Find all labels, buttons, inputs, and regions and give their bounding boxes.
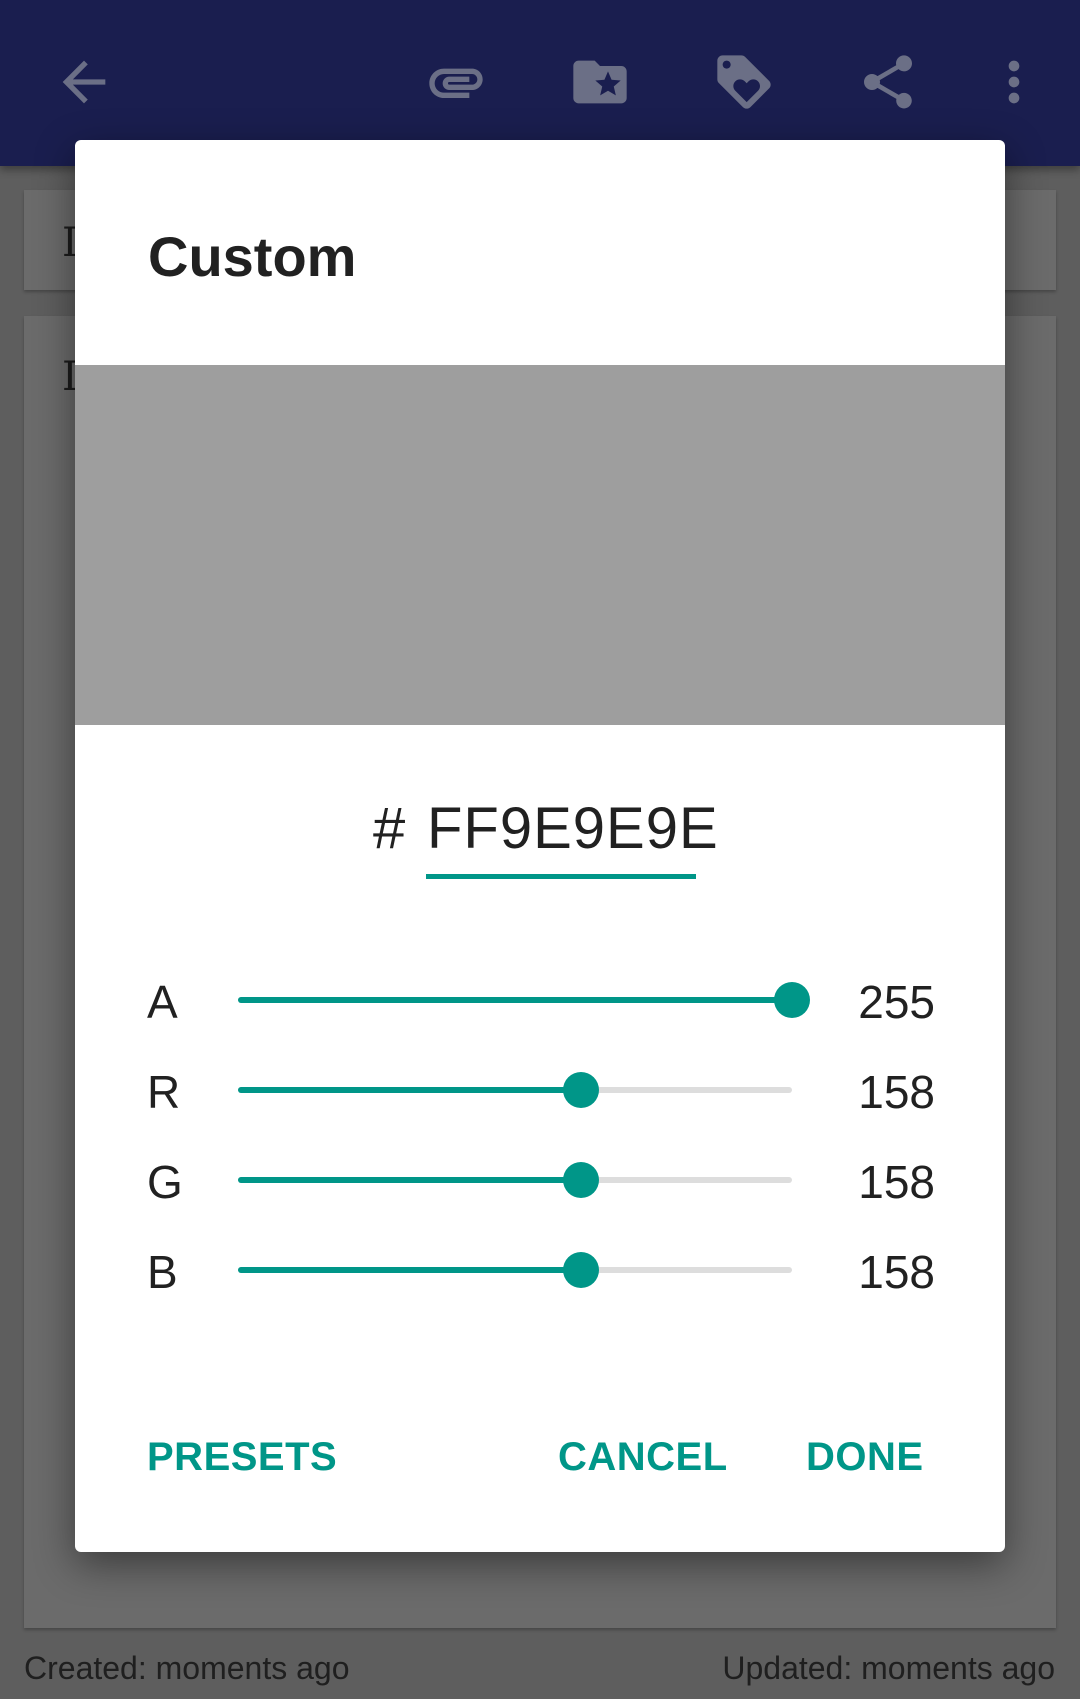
slider-fill-g (238, 1177, 582, 1183)
slider-fill-r (238, 1087, 582, 1093)
hex-value-input[interactable]: FF9E9E9E (427, 795, 718, 862)
slider-track-g[interactable] (238, 1162, 792, 1198)
channel-label-g: G (147, 1156, 183, 1208)
slider-fill-b (238, 1267, 582, 1273)
channel-value-b: 158 (858, 1246, 935, 1298)
channel-value-r: 158 (858, 1066, 935, 1118)
tag-heart-icon[interactable] (708, 46, 780, 118)
created-timestamp: Created: moments ago (24, 1650, 350, 1686)
done-button[interactable]: DONE (806, 1435, 924, 1480)
slider-fill-a (238, 997, 792, 1003)
slider-row-a: A 255 (75, 955, 1005, 1045)
more-vert-icon[interactable] (978, 46, 1050, 118)
slider-row-b: B 158 (75, 1225, 1005, 1315)
updated-timestamp: Updated: moments ago (722, 1650, 1055, 1686)
channel-label-r: R (147, 1066, 181, 1118)
attachment-icon[interactable] (420, 46, 492, 118)
slider-row-r: R 158 (75, 1045, 1005, 1135)
slider-thumb-b[interactable] (563, 1252, 600, 1288)
slider-row-g: G 158 (75, 1135, 1005, 1225)
share-icon[interactable] (852, 46, 924, 118)
channel-label-a: A (147, 976, 178, 1028)
slider-track-b[interactable] (238, 1252, 792, 1288)
slider-thumb-r[interactable] (563, 1072, 600, 1108)
slider-thumb-a[interactable] (774, 982, 810, 1018)
channel-label-b: B (147, 1246, 178, 1298)
cancel-button[interactable]: CANCEL (558, 1435, 728, 1480)
hex-hash-symbol: # (373, 796, 406, 861)
slider-thumb-g[interactable] (563, 1162, 600, 1198)
color-preview-swatch (75, 365, 1005, 725)
slider-track-r[interactable] (238, 1072, 792, 1108)
color-picker-dialog: Custom # FF9E9E9E A 255 R 158 G 158 B 158 PRESE… (75, 140, 1005, 1552)
back-arrow-icon[interactable] (48, 46, 120, 118)
slider-track-a[interactable] (238, 982, 810, 1018)
channel-value-a: 255 (858, 976, 935, 1028)
starred-folder-icon[interactable] (564, 46, 636, 118)
hex-input-row: # FF9E9E9E (75, 795, 1005, 885)
channel-value-g: 158 (858, 1156, 935, 1208)
hex-input-underline (426, 874, 696, 879)
presets-button[interactable]: PRESETS (147, 1435, 337, 1480)
dialog-title: Custom (148, 225, 357, 288)
